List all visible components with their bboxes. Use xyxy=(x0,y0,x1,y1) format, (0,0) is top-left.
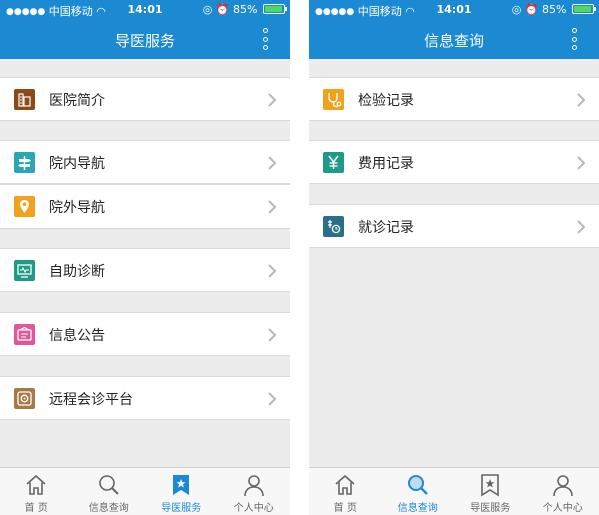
phone-screen-info-query: ●●●●● 中国移动 ◠ 14:01 ◎ ⏰ 85% 信息查询 检验记录 费用记… xyxy=(309,0,599,515)
yen-icon xyxy=(323,152,344,173)
list-item-label: 院外导航 xyxy=(49,200,105,216)
phone-screen-guide-service: ●●●●● 中国移动 ◠ 14:01 ◎ ⏰ 85% 导医服务 医院简介 院内导… xyxy=(0,0,290,515)
tab-guide-service[interactable]: 导医服务 xyxy=(145,468,218,515)
chevron-right-icon xyxy=(268,156,277,170)
signpost-icon xyxy=(14,152,35,173)
page-title: 信息查询 xyxy=(423,32,484,50)
tab-label: 导医服务 xyxy=(161,503,202,514)
list-item-label: 医院简介 xyxy=(49,93,105,109)
list-item-label: 检验记录 xyxy=(358,93,414,109)
stethoscope-icon xyxy=(323,89,344,110)
list-item-label: 信息公告 xyxy=(49,328,105,344)
chevron-right-icon xyxy=(268,93,277,107)
list-item-hospital-intro[interactable]: 医院简介 xyxy=(0,77,290,121)
tab-info-query[interactable]: 信息查询 xyxy=(73,468,146,515)
tab-home[interactable]: 首 页 xyxy=(309,468,382,515)
map-pin-icon xyxy=(14,196,35,217)
lock-rotation-icon: ◎ xyxy=(511,3,522,16)
bookmark-star-icon xyxy=(173,475,190,495)
page-title: 导医服务 xyxy=(114,32,175,50)
alarm-icon: ⏰ xyxy=(215,3,230,16)
list-item-announcements[interactable]: 信息公告 xyxy=(0,312,290,356)
tab-label: 导医服务 xyxy=(470,503,511,514)
visit-record-icon xyxy=(323,216,344,237)
tab-home[interactable]: 首 页 xyxy=(0,468,73,515)
home-icon xyxy=(335,474,355,495)
chevron-right-icon xyxy=(577,93,586,107)
nav-bar: 导医服务 xyxy=(0,20,290,59)
tab-label: 信息查询 xyxy=(397,503,438,514)
chevron-right-icon xyxy=(577,220,586,234)
list-item-label: 远程会诊平台 xyxy=(49,392,133,408)
battery-icon xyxy=(263,4,287,14)
person-icon xyxy=(552,475,573,497)
list-item-expense-records[interactable]: 费用记录 xyxy=(309,140,599,184)
tab-bar: 首 页 信息查询 导医服务 个人中心 xyxy=(309,467,599,515)
status-bar: ●●●●● 中国移动 ◠ 14:01 ◎ ⏰ 85% xyxy=(0,0,290,20)
tab-info-query[interactable]: 信息查询 xyxy=(382,468,455,515)
lock-rotation-icon: ◎ xyxy=(202,3,213,16)
list-item-self-diagnosis[interactable]: 自助诊断 xyxy=(0,248,290,292)
battery-percent: 85% xyxy=(233,3,258,16)
status-right: ◎ ⏰ 85% xyxy=(202,3,287,16)
chevron-right-icon xyxy=(268,264,277,278)
tab-label: 首 页 xyxy=(24,503,48,514)
notice-icon xyxy=(14,324,35,345)
search-icon xyxy=(407,475,428,495)
battery-icon xyxy=(572,4,596,14)
tab-label: 个人中心 xyxy=(233,503,274,514)
remote-icon xyxy=(14,388,35,409)
chevron-right-icon xyxy=(268,200,277,214)
list-item-label: 就诊记录 xyxy=(358,220,414,236)
list-item-outdoor-navigation[interactable]: 院外导航 xyxy=(0,185,290,229)
chevron-right-icon xyxy=(577,156,586,170)
tab-bar: 首 页 信息查询 导医服务 个人中心 xyxy=(0,467,290,515)
list-item-lab-records[interactable]: 检验记录 xyxy=(309,77,599,121)
list-item-indoor-navigation[interactable]: 院内导航 xyxy=(0,140,290,184)
person-icon xyxy=(243,475,264,497)
tab-label: 首 页 xyxy=(333,503,357,514)
nav-bar: 信息查询 xyxy=(309,20,599,59)
list-item-visit-records[interactable]: 就诊记录 xyxy=(309,204,599,248)
alarm-icon: ⏰ xyxy=(524,3,539,16)
list-item-label: 院内导航 xyxy=(49,156,105,172)
battery-percent: 85% xyxy=(542,3,567,16)
status-bar: ●●●●● 中国移动 ◠ 14:01 ◎ ⏰ 85% xyxy=(309,0,599,20)
more-menu-icon[interactable] xyxy=(571,28,577,50)
more-menu-icon[interactable] xyxy=(262,28,268,50)
tab-personal-center[interactable]: 个人中心 xyxy=(218,468,291,515)
monitor-icon xyxy=(14,260,35,281)
tab-personal-center[interactable]: 个人中心 xyxy=(527,468,599,515)
chevron-right-icon xyxy=(268,328,277,342)
tab-label: 信息查询 xyxy=(88,503,129,514)
list-item-remote-consultation[interactable]: 远程会诊平台 xyxy=(0,376,290,420)
list-item-label: 费用记录 xyxy=(358,156,414,172)
search-icon xyxy=(98,475,119,495)
tab-label: 个人中心 xyxy=(542,503,583,514)
chevron-right-icon xyxy=(268,392,277,406)
list-item-label: 自助诊断 xyxy=(49,264,105,280)
status-right: ◎ ⏰ 85% xyxy=(511,3,596,16)
bookmark-star-icon xyxy=(481,474,500,497)
tab-guide-service[interactable]: 导医服务 xyxy=(454,468,527,515)
home-icon xyxy=(26,474,46,495)
building-icon xyxy=(14,89,35,110)
